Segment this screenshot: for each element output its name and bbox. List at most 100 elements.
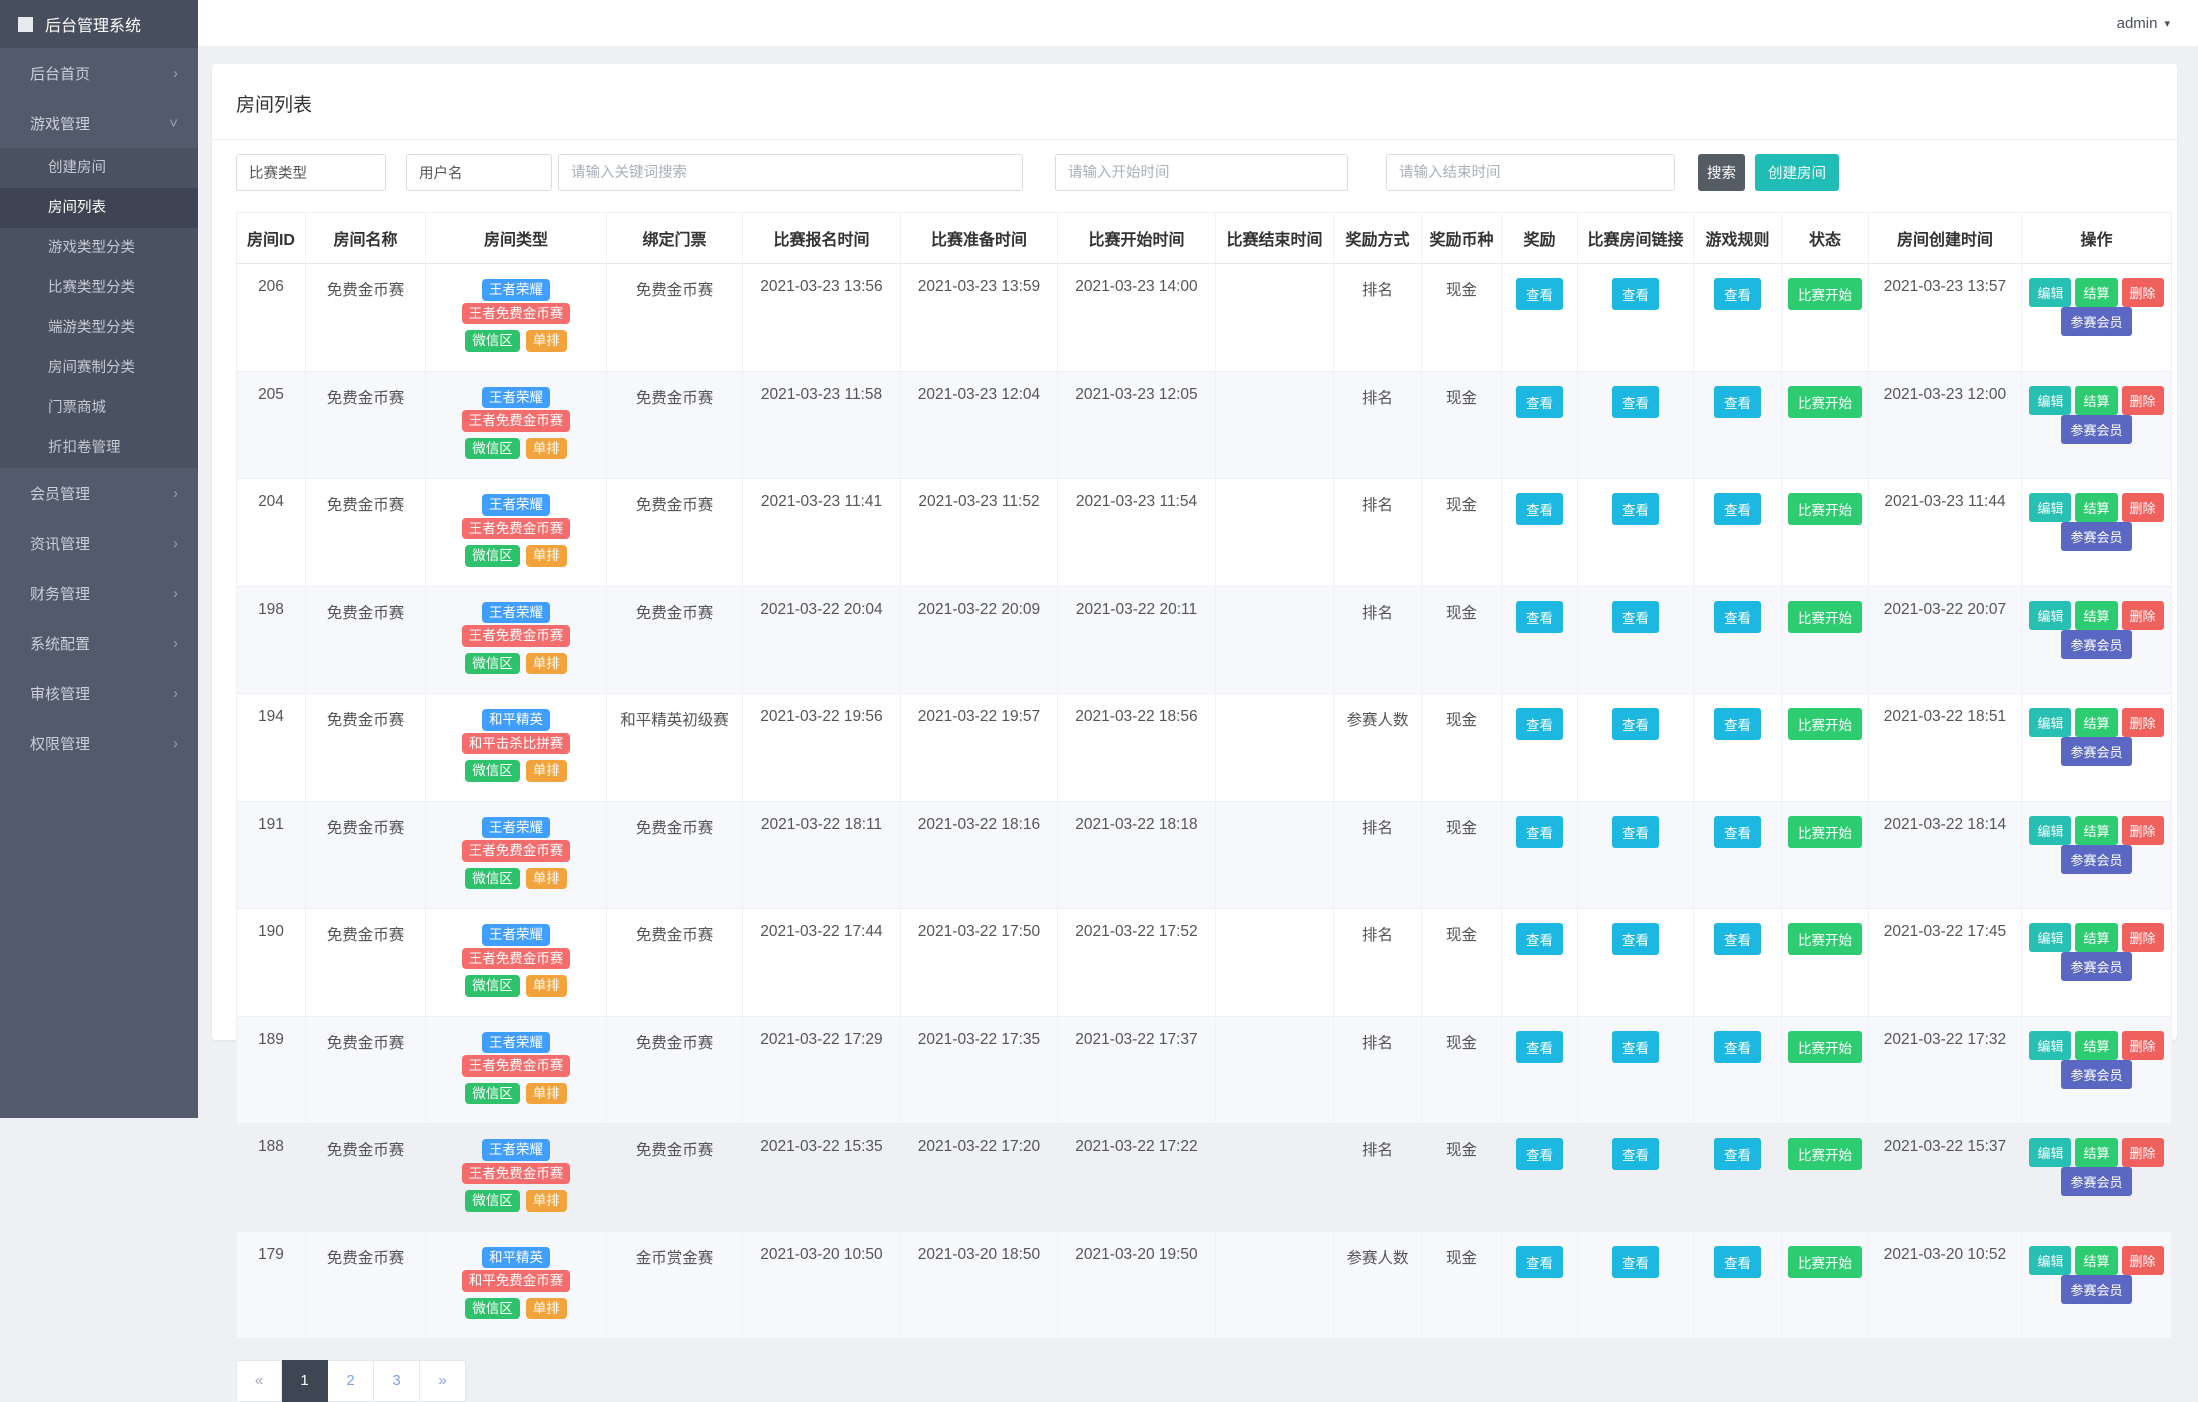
page-prev-button[interactable]: « — [236, 1360, 282, 1402]
sidebar-item[interactable]: 权限管理 › — [0, 718, 198, 768]
sidebar-subitem[interactable]: 折扣卷管理 — [0, 428, 198, 468]
status-badge[interactable]: 比赛开始 — [1788, 278, 1862, 310]
settle-button[interactable]: 结算 — [2075, 708, 2118, 737]
username-field[interactable] — [406, 154, 552, 191]
members-button[interactable]: 参赛会员 — [2061, 522, 2132, 551]
view-link-button[interactable]: 查看 — [1612, 493, 1659, 525]
members-button[interactable]: 参赛会员 — [2061, 629, 2132, 659]
delete-button[interactable]: 删除 — [2121, 385, 2164, 415]
edit-button[interactable]: 编辑 — [2029, 815, 2072, 845]
page-number-button[interactable]: 2 — [328, 1360, 374, 1402]
edit-button[interactable]: 编辑 — [2029, 385, 2072, 415]
view-reward-button[interactable]: 查看 — [1516, 1030, 1563, 1063]
sidebar-item[interactable]: 游戏管理 ˅ — [0, 98, 198, 148]
sidebar-item[interactable]: 会员管理 › — [0, 468, 198, 518]
settle-button[interactable]: 结算 — [2075, 1138, 2118, 1167]
view-link-button[interactable]: 查看 — [1612, 1138, 1659, 1170]
delete-button[interactable]: 删除 — [2121, 1245, 2164, 1275]
members-button[interactable]: 参赛会员 — [2061, 844, 2132, 874]
view-link-button[interactable]: 查看 — [1612, 1245, 1659, 1278]
sidebar-item[interactable]: 资讯管理 › — [0, 518, 198, 568]
delete-button[interactable]: 删除 — [2121, 1030, 2164, 1060]
sidebar-subitem[interactable]: 门票商城 — [0, 388, 198, 428]
delete-button[interactable]: 删除 — [2121, 278, 2164, 307]
sidebar-item[interactable]: 后台首页 › — [0, 48, 198, 98]
members-button[interactable]: 参赛会员 — [2061, 1059, 2132, 1089]
sidebar-subitem[interactable]: 游戏类型分类 — [0, 228, 198, 268]
view-link-button[interactable]: 查看 — [1612, 385, 1659, 418]
edit-button[interactable]: 编辑 — [2029, 1030, 2072, 1060]
members-button[interactable]: 参赛会员 — [2061, 307, 2132, 336]
view-rules-button[interactable]: 查看 — [1714, 1138, 1761, 1170]
sidebar-subitem[interactable]: 创建房间 — [0, 148, 198, 188]
edit-button[interactable]: 编辑 — [2029, 493, 2072, 522]
view-rules-button[interactable]: 查看 — [1714, 708, 1761, 740]
status-badge[interactable]: 比赛开始 — [1788, 1030, 1862, 1063]
settle-button[interactable]: 结算 — [2075, 385, 2118, 415]
view-reward-button[interactable]: 查看 — [1516, 493, 1563, 525]
view-reward-button[interactable]: 查看 — [1516, 1245, 1563, 1278]
view-link-button[interactable]: 查看 — [1612, 600, 1659, 633]
view-link-button[interactable]: 查看 — [1612, 923, 1659, 955]
delete-button[interactable]: 删除 — [2121, 1138, 2164, 1167]
edit-button[interactable]: 编辑 — [2029, 600, 2072, 630]
page-number-button[interactable]: 1 — [282, 1360, 328, 1402]
edit-button[interactable]: 编辑 — [2029, 708, 2072, 737]
edit-button[interactable]: 编辑 — [2029, 923, 2072, 952]
status-badge[interactable]: 比赛开始 — [1788, 708, 1862, 740]
start-time-input[interactable] — [1055, 154, 1348, 191]
settle-button[interactable]: 结算 — [2075, 1245, 2118, 1275]
view-reward-button[interactable]: 查看 — [1516, 385, 1563, 418]
settle-button[interactable]: 结算 — [2075, 600, 2118, 630]
edit-button[interactable]: 编辑 — [2029, 278, 2072, 307]
user-menu[interactable]: admin ▾ — [2117, 0, 2170, 46]
sidebar-subitem[interactable]: 房间赛制分类 — [0, 348, 198, 388]
view-rules-button[interactable]: 查看 — [1714, 600, 1761, 633]
members-button[interactable]: 参赛会员 — [2061, 1167, 2132, 1196]
status-badge[interactable]: 比赛开始 — [1788, 923, 1862, 955]
sidebar-subitem[interactable]: 端游类型分类 — [0, 308, 198, 348]
members-button[interactable]: 参赛会员 — [2061, 952, 2132, 981]
status-badge[interactable]: 比赛开始 — [1788, 493, 1862, 525]
settle-button[interactable]: 结算 — [2075, 278, 2118, 307]
delete-button[interactable]: 删除 — [2121, 923, 2164, 952]
sidebar-subitem[interactable]: 房间列表 — [0, 188, 198, 228]
view-rules-button[interactable]: 查看 — [1714, 385, 1761, 418]
match-type-field[interactable] — [236, 154, 386, 191]
sidebar-item[interactable]: 系统配置 › — [0, 618, 198, 668]
page-next-button[interactable]: » — [420, 1360, 466, 1402]
members-button[interactable]: 参赛会员 — [2061, 1274, 2132, 1304]
settle-button[interactable]: 结算 — [2075, 493, 2118, 522]
keyword-search-input[interactable] — [558, 154, 1023, 191]
members-button[interactable]: 参赛会员 — [2061, 414, 2132, 444]
status-badge[interactable]: 比赛开始 — [1788, 1245, 1862, 1278]
create-room-button[interactable]: 创建房间 — [1755, 154, 1839, 191]
view-link-button[interactable]: 查看 — [1612, 708, 1659, 740]
status-badge[interactable]: 比赛开始 — [1788, 815, 1862, 848]
sidebar-item[interactable]: 财务管理 › — [0, 568, 198, 618]
view-rules-button[interactable]: 查看 — [1714, 815, 1761, 848]
settle-button[interactable]: 结算 — [2075, 923, 2118, 952]
view-rules-button[interactable]: 查看 — [1714, 1030, 1761, 1063]
view-reward-button[interactable]: 查看 — [1516, 600, 1563, 633]
edit-button[interactable]: 编辑 — [2029, 1245, 2072, 1275]
view-rules-button[interactable]: 查看 — [1714, 923, 1761, 955]
settle-button[interactable]: 结算 — [2075, 1030, 2118, 1060]
view-rules-button[interactable]: 查看 — [1714, 1245, 1761, 1278]
view-reward-button[interactable]: 查看 — [1516, 708, 1563, 740]
delete-button[interactable]: 删除 — [2121, 815, 2164, 845]
status-badge[interactable]: 比赛开始 — [1788, 600, 1862, 633]
sidebar-subitem[interactable]: 比赛类型分类 — [0, 268, 198, 308]
end-time-input[interactable] — [1386, 154, 1675, 191]
settle-button[interactable]: 结算 — [2075, 815, 2118, 845]
view-reward-button[interactable]: 查看 — [1516, 278, 1563, 310]
members-button[interactable]: 参赛会员 — [2061, 737, 2132, 766]
page-number-button[interactable]: 3 — [374, 1360, 420, 1402]
status-badge[interactable]: 比赛开始 — [1788, 385, 1862, 418]
view-reward-button[interactable]: 查看 — [1516, 815, 1563, 848]
status-badge[interactable]: 比赛开始 — [1788, 1138, 1862, 1170]
edit-button[interactable]: 编辑 — [2029, 1138, 2072, 1167]
delete-button[interactable]: 删除 — [2121, 708, 2164, 737]
view-rules-button[interactable]: 查看 — [1714, 493, 1761, 525]
view-reward-button[interactable]: 查看 — [1516, 1138, 1563, 1170]
